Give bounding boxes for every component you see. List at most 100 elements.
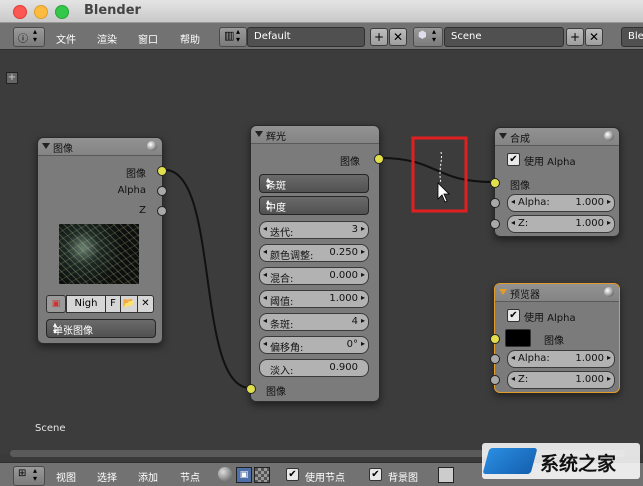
watermark-logo-icon bbox=[482, 448, 538, 474]
preview-sphere-icon[interactable] bbox=[147, 141, 157, 151]
increment-arrow-icon[interactable]: ▸ bbox=[361, 270, 365, 279]
viewer-node[interactable]: 预览器 ✔ 使用 Alpha 图像 ◂ Alpha: 1.000 ▸ ◂ Z: … bbox=[490, 283, 620, 393]
field-value: 1.000 bbox=[329, 293, 358, 304]
use-nodes-checkbox[interactable]: ✔ bbox=[286, 468, 299, 481]
compositing-nodes-icon[interactable]: ▣ bbox=[236, 467, 252, 483]
menu-view[interactable]: 视图 bbox=[56, 469, 76, 484]
angle-offset-field[interactable]: ◂ 偏移角: 0° ▸ bbox=[259, 336, 369, 354]
composite-node-header[interactable]: 合成 bbox=[495, 128, 619, 146]
output-image-socket[interactable] bbox=[374, 154, 384, 164]
highlight-box bbox=[411, 136, 468, 213]
fade-field[interactable]: 淡入: 0.900 bbox=[259, 359, 369, 377]
preview-sphere-icon[interactable] bbox=[604, 131, 614, 141]
collapse-triangle-icon[interactable] bbox=[42, 143, 50, 149]
decrement-arrow-icon[interactable]: ◂ bbox=[263, 316, 267, 325]
use-alpha-checkbox[interactable]: ✔ bbox=[507, 153, 520, 166]
decrement-arrow-icon[interactable]: ◂ bbox=[511, 374, 515, 383]
output-z-socket[interactable] bbox=[157, 206, 167, 216]
glare-node-header[interactable]: 辉光 bbox=[251, 126, 379, 144]
increment-arrow-icon[interactable]: ▸ bbox=[607, 197, 611, 206]
field-value: 0.900 bbox=[329, 362, 358, 373]
texture-nodes-icon[interactable] bbox=[254, 467, 270, 483]
input-z-socket[interactable] bbox=[490, 219, 500, 229]
field-label: 淡入: bbox=[270, 366, 294, 377]
chevron-updown-icon: ▴ ▾ bbox=[33, 466, 38, 483]
input-image-label: 图像 bbox=[266, 387, 286, 398]
input-z-socket[interactable] bbox=[490, 375, 500, 385]
viewer-node-header[interactable]: 预览器 bbox=[495, 284, 619, 302]
alpha-field[interactable]: ◂ Alpha: 1.000 ▸ bbox=[507, 194, 615, 212]
field-value: 0.250 bbox=[329, 247, 358, 258]
menu-select[interactable]: 选择 bbox=[97, 469, 117, 484]
increment-arrow-icon[interactable]: ▸ bbox=[607, 218, 611, 227]
shader-nodes-icon[interactable] bbox=[218, 467, 232, 481]
collapse-triangle-icon[interactable] bbox=[499, 289, 507, 295]
use-nodes-label: 使用节点 bbox=[305, 473, 345, 484]
mix-field[interactable]: ◂ 混合: 0.000 ▸ bbox=[259, 267, 369, 285]
field-label: 混合: bbox=[270, 274, 294, 285]
decrement-arrow-icon[interactable]: ◂ bbox=[511, 353, 515, 362]
increment-arrow-icon[interactable]: ▸ bbox=[361, 224, 365, 233]
threshold-field[interactable]: ◂ 阈值: 1.000 ▸ bbox=[259, 290, 369, 308]
field-label: Z: bbox=[518, 218, 529, 229]
collapse-triangle-icon[interactable] bbox=[255, 131, 263, 137]
z-field[interactable]: ◂ Z: 1.000 ▸ bbox=[507, 371, 615, 389]
fake-user-button[interactable]: F bbox=[105, 295, 121, 313]
decrement-arrow-icon[interactable]: ◂ bbox=[263, 339, 267, 348]
streaks-field[interactable]: ◂ 条斑: 4 ▸ bbox=[259, 313, 369, 331]
image-node[interactable]: 图像 图像 Alpha Z ▣ Nigh F 📂 ✕ 单张图像 ▴ ▾ bbox=[37, 137, 167, 344]
output-alpha-socket[interactable] bbox=[157, 186, 167, 196]
collapse-triangle-icon[interactable] bbox=[499, 133, 507, 139]
menu-node[interactable]: 节点 bbox=[180, 469, 200, 484]
increment-arrow-icon[interactable]: ▸ bbox=[361, 339, 365, 348]
input-alpha-socket[interactable] bbox=[490, 198, 500, 208]
increment-arrow-icon[interactable]: ▸ bbox=[607, 374, 611, 383]
image-node-title: 图像 bbox=[53, 144, 73, 155]
output-image-socket[interactable] bbox=[157, 166, 167, 176]
preview-sphere-icon[interactable] bbox=[604, 287, 614, 297]
decrement-arrow-icon[interactable]: ◂ bbox=[511, 218, 515, 227]
increment-arrow-icon[interactable]: ▸ bbox=[607, 353, 611, 362]
use-alpha-label: 使用 Alpha bbox=[524, 313, 576, 324]
use-alpha-checkbox[interactable]: ✔ bbox=[507, 309, 520, 322]
decrement-arrow-icon[interactable]: ◂ bbox=[511, 197, 515, 206]
z-field[interactable]: ◂ Z: 1.000 ▸ bbox=[507, 215, 615, 233]
glare-node[interactable]: 辉光 图像 条斑 ▴ ▾ 中度 ▴ ▾ ◂ 迭代: 3 ▸ ◂ 颜色调整: 0.25… bbox=[246, 125, 384, 402]
glare-quality-dropdown[interactable]: 中度 ▴ ▾ bbox=[259, 196, 369, 215]
scene-overlay-label: Scene bbox=[35, 423, 66, 434]
backdrop-channels-icon[interactable] bbox=[438, 467, 454, 483]
glare-type-dropdown[interactable]: 条斑 ▴ ▾ bbox=[259, 174, 369, 193]
image-name-field[interactable]: Nigh bbox=[66, 295, 106, 313]
input-image-socket[interactable] bbox=[490, 334, 500, 344]
field-label: Z: bbox=[518, 374, 529, 385]
increment-arrow-icon[interactable]: ▸ bbox=[361, 293, 365, 302]
color-swatch[interactable] bbox=[505, 329, 531, 347]
decrement-arrow-icon[interactable]: ◂ bbox=[263, 247, 267, 256]
image-browse-icon[interactable]: ▣ bbox=[46, 295, 66, 313]
menu-add[interactable]: 添加 bbox=[138, 469, 158, 484]
cut-line-icon bbox=[439, 151, 442, 184]
image-node-header[interactable]: 图像 bbox=[38, 138, 162, 156]
chevron-updown-icon: ▴ ▾ bbox=[266, 197, 271, 213]
input-image-socket[interactable] bbox=[246, 384, 256, 394]
increment-arrow-icon[interactable]: ▸ bbox=[361, 316, 365, 325]
input-image-socket[interactable] bbox=[490, 178, 500, 188]
color-modulation-field[interactable]: ◂ 颜色调整: 0.250 ▸ bbox=[259, 244, 369, 262]
backdrop-checkbox[interactable]: ✔ bbox=[369, 468, 382, 481]
alpha-field[interactable]: ◂ Alpha: 1.000 ▸ bbox=[507, 350, 615, 368]
decrement-arrow-icon[interactable]: ◂ bbox=[263, 224, 267, 233]
editor-type-button[interactable]: ⊞ ▴ ▾ bbox=[13, 466, 45, 486]
image-source-dropdown[interactable]: 单张图像 ▴ ▾ bbox=[46, 319, 156, 338]
image-preview-thumbnail bbox=[59, 224, 139, 284]
increment-arrow-icon[interactable]: ▸ bbox=[361, 247, 365, 256]
input-alpha-socket[interactable] bbox=[490, 354, 500, 364]
unlink-image-button[interactable]: ✕ bbox=[137, 295, 154, 313]
decrement-arrow-icon[interactable]: ◂ bbox=[263, 270, 267, 279]
field-value: 4 bbox=[351, 316, 358, 327]
open-folder-icon[interactable]: 📂 bbox=[120, 295, 138, 313]
composite-node[interactable]: 合成 ✔ 使用 Alpha 图像 ◂ Alpha: 1.000 ▸ ◂ Z: 1… bbox=[490, 127, 620, 237]
decrement-arrow-icon[interactable]: ◂ bbox=[263, 293, 267, 302]
iterations-field[interactable]: ◂ 迭代: 3 ▸ bbox=[259, 221, 369, 239]
field-label: 条斑: bbox=[270, 320, 294, 331]
field-label: 偏移角: bbox=[270, 343, 304, 354]
